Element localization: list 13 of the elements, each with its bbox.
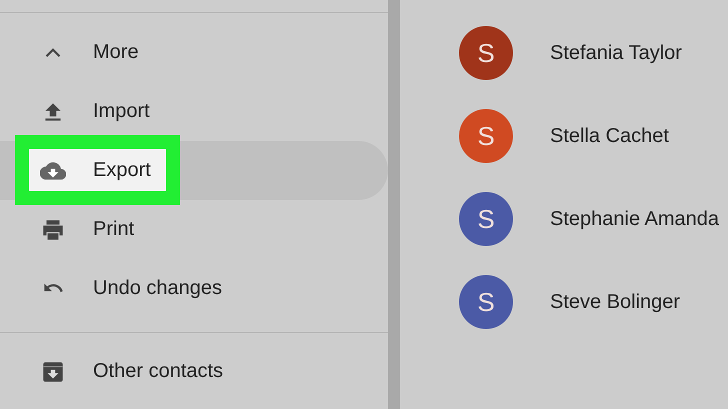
menu-item[interactable]: Print: [0, 200, 388, 259]
contact-name[interactable]: Stella Cachet: [550, 124, 669, 148]
menu-item[interactable]: Import: [0, 82, 388, 141]
avatar: S: [459, 109, 513, 163]
contact-name[interactable]: Stephanie Amanda: [550, 208, 720, 230]
avatar: S: [459, 192, 513, 246]
contact-name[interactable]: Stefania Taylor: [550, 42, 682, 64]
avatar: S: [459, 275, 513, 329]
avatar: S: [459, 26, 513, 80]
menu-item[interactable]: Other contacts: [0, 342, 388, 401]
menu-item[interactable]: Undo changes: [0, 259, 388, 318]
menu-item[interactable]: More: [0, 23, 388, 82]
contact-name[interactable]: Steve Bolinger: [550, 290, 680, 314]
